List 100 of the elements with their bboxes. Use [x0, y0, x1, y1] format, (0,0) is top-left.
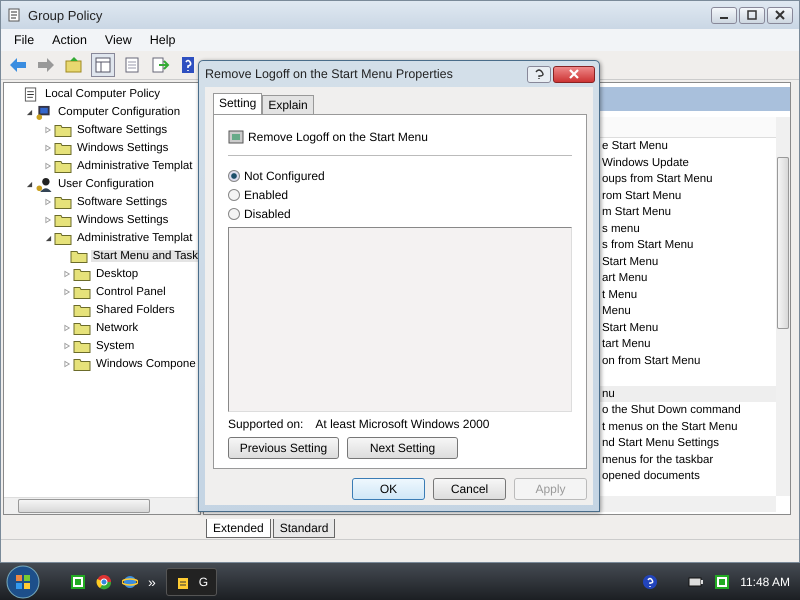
dialog-button[interactable]: Cancel	[433, 478, 506, 500]
setting-row[interactable]: nd Start Menu Settings	[602, 437, 719, 450]
globe-icon[interactable]	[122, 574, 138, 590]
collapse-triangle-icon[interactable]	[26, 108, 32, 116]
setting-row[interactable]: t Menu	[602, 288, 638, 301]
setting-row[interactable]: Menu	[602, 305, 631, 318]
tree-item[interactable]: User Configuration	[56, 178, 156, 190]
expand-triangle-icon[interactable]	[64, 324, 70, 332]
tree-item[interactable]: Control Panel	[94, 286, 168, 298]
maximize-button[interactable]	[739, 6, 765, 24]
setting-row[interactable]: nu	[602, 388, 615, 400]
folder-icon	[73, 284, 91, 300]
minimize-icon	[720, 17, 728, 19]
folder-icon	[54, 140, 72, 156]
tree-item[interactable]: Administrative Templat	[75, 160, 194, 172]
collapse-triangle-icon[interactable]	[44, 234, 52, 242]
menu-item[interactable]: View	[104, 33, 132, 47]
app-icon[interactable]	[714, 574, 730, 590]
setting-row[interactable]: opened documents	[602, 470, 700, 482]
expand-triangle-icon[interactable]	[64, 288, 70, 296]
radio-option[interactable]: Enabled	[228, 187, 572, 203]
setting-row[interactable]: e Start Menu	[602, 140, 668, 152]
folder-icon	[54, 194, 72, 210]
view-tab[interactable]: Extended	[206, 518, 271, 538]
app-icon[interactable]	[70, 574, 86, 590]
help-button[interactable]	[527, 66, 551, 82]
setting-row[interactable]: s menu	[602, 222, 640, 235]
expand-triangle-icon[interactable]	[44, 144, 52, 152]
tree-item[interactable]: System	[94, 340, 136, 352]
radio-option[interactable]: Not Configured	[228, 168, 572, 184]
collapse-triangle-icon[interactable]	[26, 180, 32, 188]
menu-item[interactable]: Help	[150, 33, 176, 47]
policy-setting-icon	[228, 129, 244, 145]
navigation-button[interactable]: Previous Setting	[228, 437, 339, 459]
expand-triangle-icon[interactable]	[64, 342, 70, 350]
tree-item[interactable]: Network	[94, 322, 140, 334]
dialog-tab[interactable]: Explain	[262, 95, 314, 114]
user-icon	[35, 176, 53, 192]
horizontal-scrollbar[interactable]	[4, 497, 200, 514]
dialog-button[interactable]: OK	[352, 478, 425, 500]
setting-row[interactable]: on from Start Menu	[602, 354, 700, 367]
radio-option[interactable]: Disabled	[228, 206, 572, 222]
dialog-tab[interactable]: Setting	[213, 93, 262, 114]
tree-item[interactable]: Computer Configuration	[56, 106, 182, 118]
setting-row[interactable]: s from Start Menu	[602, 239, 694, 252]
minimize-button[interactable]	[711, 6, 737, 24]
tree-item[interactable]: Local Computer Policy	[43, 88, 162, 100]
close-icon	[774, 9, 786, 21]
tree-item[interactable]: Shared Folders	[94, 304, 177, 316]
vertical-scrollbar[interactable]	[776, 117, 790, 496]
setting-row[interactable]: Start Menu	[602, 256, 658, 268]
browser-icon[interactable]	[96, 574, 112, 590]
folder-icon	[54, 212, 72, 228]
tree-item[interactable]: Windows Settings	[75, 214, 170, 226]
setting-row[interactable]: Windows Update	[602, 156, 689, 169]
setting-row[interactable]: t menus on the Start Menu	[602, 420, 738, 433]
menu-item[interactable]: Action	[52, 33, 87, 47]
window-title: Group Policy	[28, 8, 102, 22]
taskbar-button[interactable]: G	[166, 568, 218, 596]
folder-icon	[73, 356, 91, 372]
tree-toggle-icon[interactable]	[91, 53, 115, 77]
expand-triangle-icon[interactable]	[64, 270, 70, 278]
supported-value: At least Microsoft Windows 2000	[315, 417, 490, 431]
folder-icon	[54, 122, 72, 138]
setting-row[interactable]: Start Menu	[602, 322, 658, 334]
close-button[interactable]	[553, 66, 595, 82]
folder-icon	[73, 266, 91, 282]
expand-triangle-icon[interactable]	[44, 162, 52, 170]
folder-icon	[73, 320, 91, 336]
setting-row[interactable]: o the Shut Down command	[602, 404, 741, 416]
expand-triangle-icon[interactable]	[64, 360, 70, 368]
tree-item[interactable]: Desktop	[94, 268, 140, 280]
setting-row[interactable]: tart Menu	[602, 338, 651, 350]
clock: 11:48 AM	[740, 574, 790, 588]
folder-icon	[73, 302, 91, 318]
view-tab[interactable]: Standard	[272, 518, 336, 538]
overflow-chevron[interactable]: »	[148, 574, 156, 590]
help-icon[interactable]	[642, 574, 658, 590]
question-icon	[534, 68, 544, 80]
start-button[interactable]	[6, 564, 40, 598]
setting-row[interactable]: oups from Start Menu	[602, 173, 713, 186]
folder-icon	[54, 230, 72, 246]
setting-row[interactable]: menus for the taskbar	[602, 454, 714, 466]
expand-triangle-icon[interactable]	[44, 216, 52, 224]
setting-row[interactable]: m Start Menu	[602, 206, 672, 218]
tree-item[interactable]: Windows Settings	[75, 142, 170, 154]
menu-item[interactable]: File	[14, 33, 34, 47]
expand-triangle-icon[interactable]	[44, 126, 52, 134]
setting-row[interactable]: rom Start Menu	[602, 190, 682, 202]
tree-item[interactable]: Start Menu and Task	[90, 250, 200, 262]
expand-triangle-icon[interactable]	[44, 198, 52, 206]
tree-item[interactable]: Software Settings	[75, 124, 170, 136]
close-button[interactable]	[767, 6, 793, 24]
supported-label: Supported on:	[228, 417, 304, 431]
tree-item[interactable]: Software Settings	[75, 196, 170, 208]
tree-item[interactable]: Windows Compone	[94, 358, 198, 370]
tree-item[interactable]: Administrative Templat	[75, 232, 194, 244]
folder-icon	[54, 158, 72, 174]
navigation-button[interactable]: Next Setting	[347, 437, 458, 459]
setting-row[interactable]: art Menu	[602, 272, 648, 284]
